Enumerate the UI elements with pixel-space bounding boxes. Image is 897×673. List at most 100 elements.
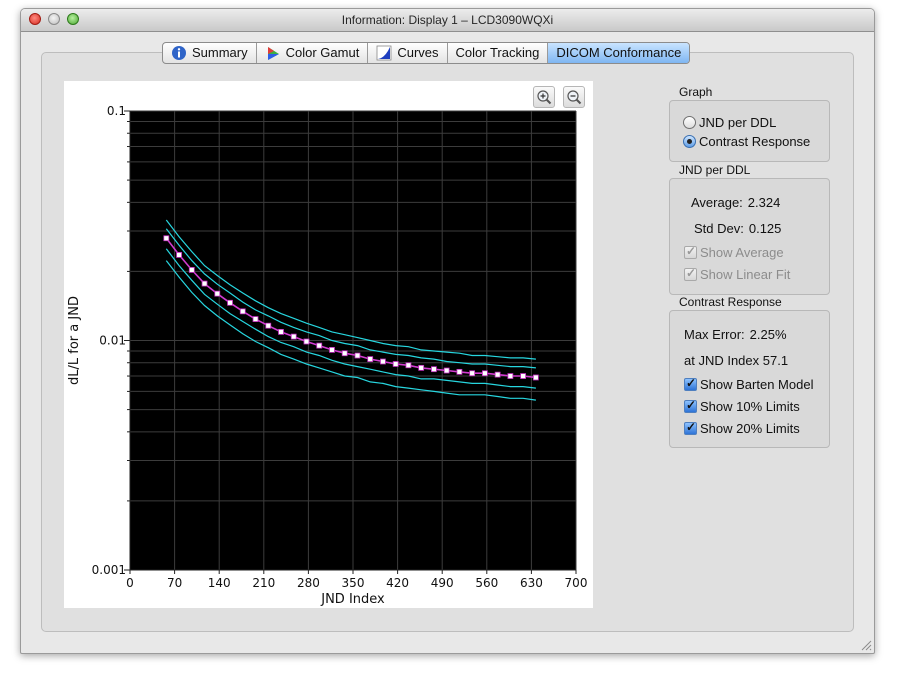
tab-curves-label: Curves [397,45,439,60]
tab-color-tracking-label: Color Tracking [455,45,540,60]
std-dev-value: 0.125 [748,221,782,236]
jnd-group-title: JND per DDL [679,163,751,177]
info-icon [172,46,186,60]
data-point [469,370,476,377]
x-tick-label: 70 [167,576,182,590]
data-point [290,333,297,340]
data-point [265,322,272,329]
cr-group-title: Contrast Response [679,295,782,309]
tab-dicom-conformance-label: DICOM Conformance [556,45,682,60]
data-point [329,346,335,353]
color-gamut-icon [267,47,279,60]
x-tick-label: 0 [126,576,134,590]
y-axis-label: dL/L for a JND [67,296,82,385]
curves-icon [376,45,392,61]
x-tick-label: 560 [475,576,498,590]
tab-color-gamut[interactable]: Color Gamut [257,43,369,63]
data-point [481,370,488,377]
graph-group-title: Graph [679,85,713,99]
data-point [507,373,514,379]
std-dev-label: Std Dev: [694,221,744,236]
show-barten-checkbox[interactable]: Show Barten Model [684,376,814,392]
average-label: Average: [691,195,743,210]
radio-contrast-response-button[interactable] [683,135,696,148]
title-bar: Information: Display 1 – LCD3090WQXi [21,9,874,32]
data-point [278,329,284,335]
show-20-limits-label: Show 20% Limits [700,421,800,436]
data-point [418,364,425,371]
show-linear-fit-label: Show Linear Fit [700,267,791,282]
x-tick-label: 700 [565,576,588,590]
jnd-group: Average: 2.324 Std Dev: 0.125 Show Avera… [669,178,830,295]
data-point [367,356,374,362]
radio-jnd-per-ddl-button[interactable] [683,116,696,129]
radio-contrast-response-label: Contrast Response [699,134,811,149]
data-point [227,299,233,306]
show-10-limits-check[interactable] [684,398,697,413]
graph-group: JND per DDL Contrast Response [669,100,830,162]
x-tick-label: 630 [520,576,543,590]
max-error-value: 2.25% [749,327,787,342]
info-window: Information: Display 1 – LCD3090WQXi Sum… [20,8,875,654]
plot-area: 0 70 140 210 280 350 420 490 560 630 700 0.1 0.01 0.0… [64,81,593,608]
data-point [214,290,221,297]
data-point [354,352,361,359]
max-error-label: Max Error: [684,327,745,342]
resize-grip-icon[interactable] [860,639,872,651]
max-error-row: Max Error: 2.25% [684,327,787,342]
radio-contrast-response[interactable]: Contrast Response [683,134,810,149]
data-point [494,371,501,378]
x-tick-label: 420 [386,576,409,590]
jnd-index-line: at JND Index 57.1 [684,353,789,368]
show-barten-label: Show Barten Model [700,377,814,392]
tab-color-tracking[interactable]: Color Tracking [448,43,549,63]
y-tick-label: 0.001 [92,563,126,577]
radio-jnd-per-ddl[interactable]: JND per DDL [683,115,776,130]
show-20-limits-check[interactable] [684,420,697,435]
data-point [252,316,259,322]
tab-color-gamut-label: Color Gamut [285,45,360,60]
show-10-limits-checkbox[interactable]: Show 10% Limits [684,398,800,414]
data-point [405,362,412,369]
y-tick-label: 0.1 [107,104,126,118]
data-point [163,235,170,242]
show-10-limits-label: Show 10% Limits [700,399,800,414]
data-point [520,373,527,379]
show-average-checkbox[interactable]: Show Average [684,244,784,260]
x-tick-label: 490 [431,576,454,590]
show-20-limits-checkbox[interactable]: Show 20% Limits [684,420,800,436]
data-point [176,252,182,258]
y-tick-label: 0.01 [99,334,126,348]
radio-jnd-per-ddl-label: JND per DDL [699,115,777,130]
show-linear-fit-check[interactable] [684,266,697,281]
std-dev-row: Std Dev: 0.125 [694,221,781,236]
data-point [532,374,539,381]
x-tick-label: 210 [252,576,275,590]
tab-curves[interactable]: Curves [368,43,448,63]
average-row: Average: 2.324 [691,195,780,210]
x-tick-label: 350 [342,576,365,590]
x-tick-label: 140 [208,576,231,590]
data-point [188,267,195,273]
data-point [239,308,246,315]
data-point [316,342,323,349]
window-title: Information: Display 1 – LCD3090WQXi [341,13,554,27]
x-tick-label: 280 [297,576,320,590]
data-point [341,350,348,357]
data-point [380,358,386,365]
data-point [443,367,450,374]
show-linear-fit-checkbox[interactable]: Show Linear Fit [684,266,791,282]
show-average-check[interactable] [684,244,697,259]
x-axis-label: JND Index [320,592,385,607]
average-value: 2.324 [747,195,781,210]
contrast-response-chart: 0 70 140 210 280 350 420 490 560 630 700 0.1 0.01 0.0… [67,104,588,607]
data-point [201,280,208,287]
data-point [392,361,399,367]
contrast-response-group: Max Error: 2.25% at JND Index 57.1 Show … [669,310,830,448]
show-barten-check[interactable] [684,376,697,391]
data-point [431,366,437,373]
data-point [303,338,310,345]
show-average-label: Show Average [700,245,784,260]
tab-dicom-conformance[interactable]: DICOM Conformance [548,43,690,63]
tab-summary[interactable]: Summary [163,43,257,63]
